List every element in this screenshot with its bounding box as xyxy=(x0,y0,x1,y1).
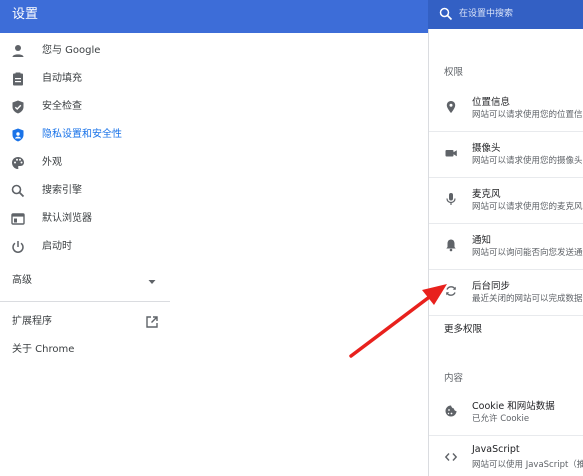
search-icon xyxy=(439,7,453,21)
sidebar-item-label: 隐私设置和安全性 xyxy=(42,129,122,140)
search-input[interactable] xyxy=(459,5,579,23)
content-heading: 内容 xyxy=(444,373,464,384)
content-desc: 已允许 Cookie xyxy=(472,414,530,424)
browser-icon xyxy=(11,213,25,225)
permissions-heading: 权限 xyxy=(444,67,464,78)
permission-row-background-sync[interactable]: 后台同步 最近关闭的网站可以完成数据收发 xyxy=(429,270,583,314)
shield-icon xyxy=(12,128,24,142)
more-permissions[interactable]: 更多权限 xyxy=(444,321,482,335)
code-icon xyxy=(444,453,458,461)
search-icon xyxy=(11,184,25,198)
content-title: JavaScript xyxy=(472,444,520,455)
content-row-cookies[interactable]: Cookie 和网站数据 已允许 Cookie xyxy=(429,390,583,434)
permission-title: 麦克风 xyxy=(472,189,501,200)
camera-icon xyxy=(445,150,457,157)
sidebar-item-label: 外观 xyxy=(42,157,62,168)
chevron-down-icon[interactable] xyxy=(146,277,158,287)
content-row-javascript[interactable]: JavaScript 网站可以使用 JavaScript（推荐） xyxy=(429,436,583,476)
sidebar-item-privacy-security[interactable]: 隐私设置和安全性 xyxy=(0,121,170,149)
main-panel: 权限 位置信息 网站可以请求使用您的位置信息 摄像头 网站可以请求使用您的摄像头… xyxy=(428,29,583,476)
sidebar-advanced[interactable]: 高级 xyxy=(12,267,32,295)
bell-icon xyxy=(446,239,456,252)
permission-desc: 网站可以询问能否向您发送通知 xyxy=(472,248,583,258)
permission-title: 位置信息 xyxy=(472,97,511,108)
cookie-icon xyxy=(445,405,457,417)
permission-desc: 网站可以请求使用您的麦克风 xyxy=(472,202,583,212)
permission-desc: 网站可以请求使用您的位置信息 xyxy=(472,110,583,120)
power-icon xyxy=(12,241,24,253)
sidebar-item-label: 您与 Google xyxy=(42,45,101,56)
open-in-new-icon[interactable] xyxy=(145,315,159,329)
permission-title: 后台同步 xyxy=(472,281,511,292)
search-box[interactable] xyxy=(428,0,583,29)
sidebar-about-chrome[interactable]: 关于 Chrome xyxy=(12,336,74,364)
location-pin-icon xyxy=(446,101,456,113)
permission-desc: 最近关闭的网站可以完成数据收发 xyxy=(472,294,583,304)
person-icon xyxy=(12,45,24,57)
sidebar-item-you-and-google[interactable]: 您与 Google xyxy=(0,37,170,65)
permission-title: 通知 xyxy=(472,235,492,246)
sidebar-item-autofill[interactable]: 自动填充 xyxy=(0,65,170,93)
microphone-icon xyxy=(446,193,456,205)
sidebar-item-default-browser[interactable]: 默认浏览器 xyxy=(0,205,170,233)
sidebar-extensions[interactable]: 扩展程序 xyxy=(12,308,52,336)
sidebar-item-label: 安全检查 xyxy=(42,101,82,112)
sidebar-item-label: 启动时 xyxy=(42,241,72,252)
sidebar-item-label: 默认浏览器 xyxy=(42,213,92,224)
sidebar-item-on-startup[interactable]: 启动时 xyxy=(0,233,170,261)
permission-title: 摄像头 xyxy=(472,143,501,154)
clipboard-icon xyxy=(13,72,23,86)
sync-icon xyxy=(446,286,456,296)
row-divider xyxy=(429,315,583,316)
permission-row-notifications[interactable]: 通知 网站可以询问能否向您发送通知 xyxy=(429,224,583,268)
sidebar-item-appearance[interactable]: 外观 xyxy=(0,149,170,177)
sidebar-item-search-engine[interactable]: 搜索引擎 xyxy=(0,177,170,205)
permission-desc: 网站可以请求使用您的摄像头 xyxy=(472,156,583,166)
permission-row-location[interactable]: 位置信息 网站可以请求使用您的位置信息 xyxy=(429,86,583,130)
sidebar: 您与 Google 自动填充 安全检查 隐私设置和安全性 外观 搜索引擎 默认浏… xyxy=(0,33,428,476)
palette-icon xyxy=(12,157,24,169)
shield-check-icon xyxy=(12,100,24,114)
sidebar-item-safety-check[interactable]: 安全检查 xyxy=(0,93,170,121)
permission-row-microphone[interactable]: 麦克风 网站可以请求使用您的麦克风 xyxy=(429,178,583,222)
sidebar-item-label: 自动填充 xyxy=(42,73,82,84)
content-title: Cookie 和网站数据 xyxy=(472,401,555,412)
sidebar-divider xyxy=(0,301,170,302)
sidebar-item-label: 搜索引擎 xyxy=(42,185,82,196)
permission-row-camera[interactable]: 摄像头 网站可以请求使用您的摄像头 xyxy=(429,132,583,176)
page-title: 设置 xyxy=(12,7,39,22)
content-desc: 网站可以使用 JavaScript（推荐） xyxy=(472,460,583,470)
